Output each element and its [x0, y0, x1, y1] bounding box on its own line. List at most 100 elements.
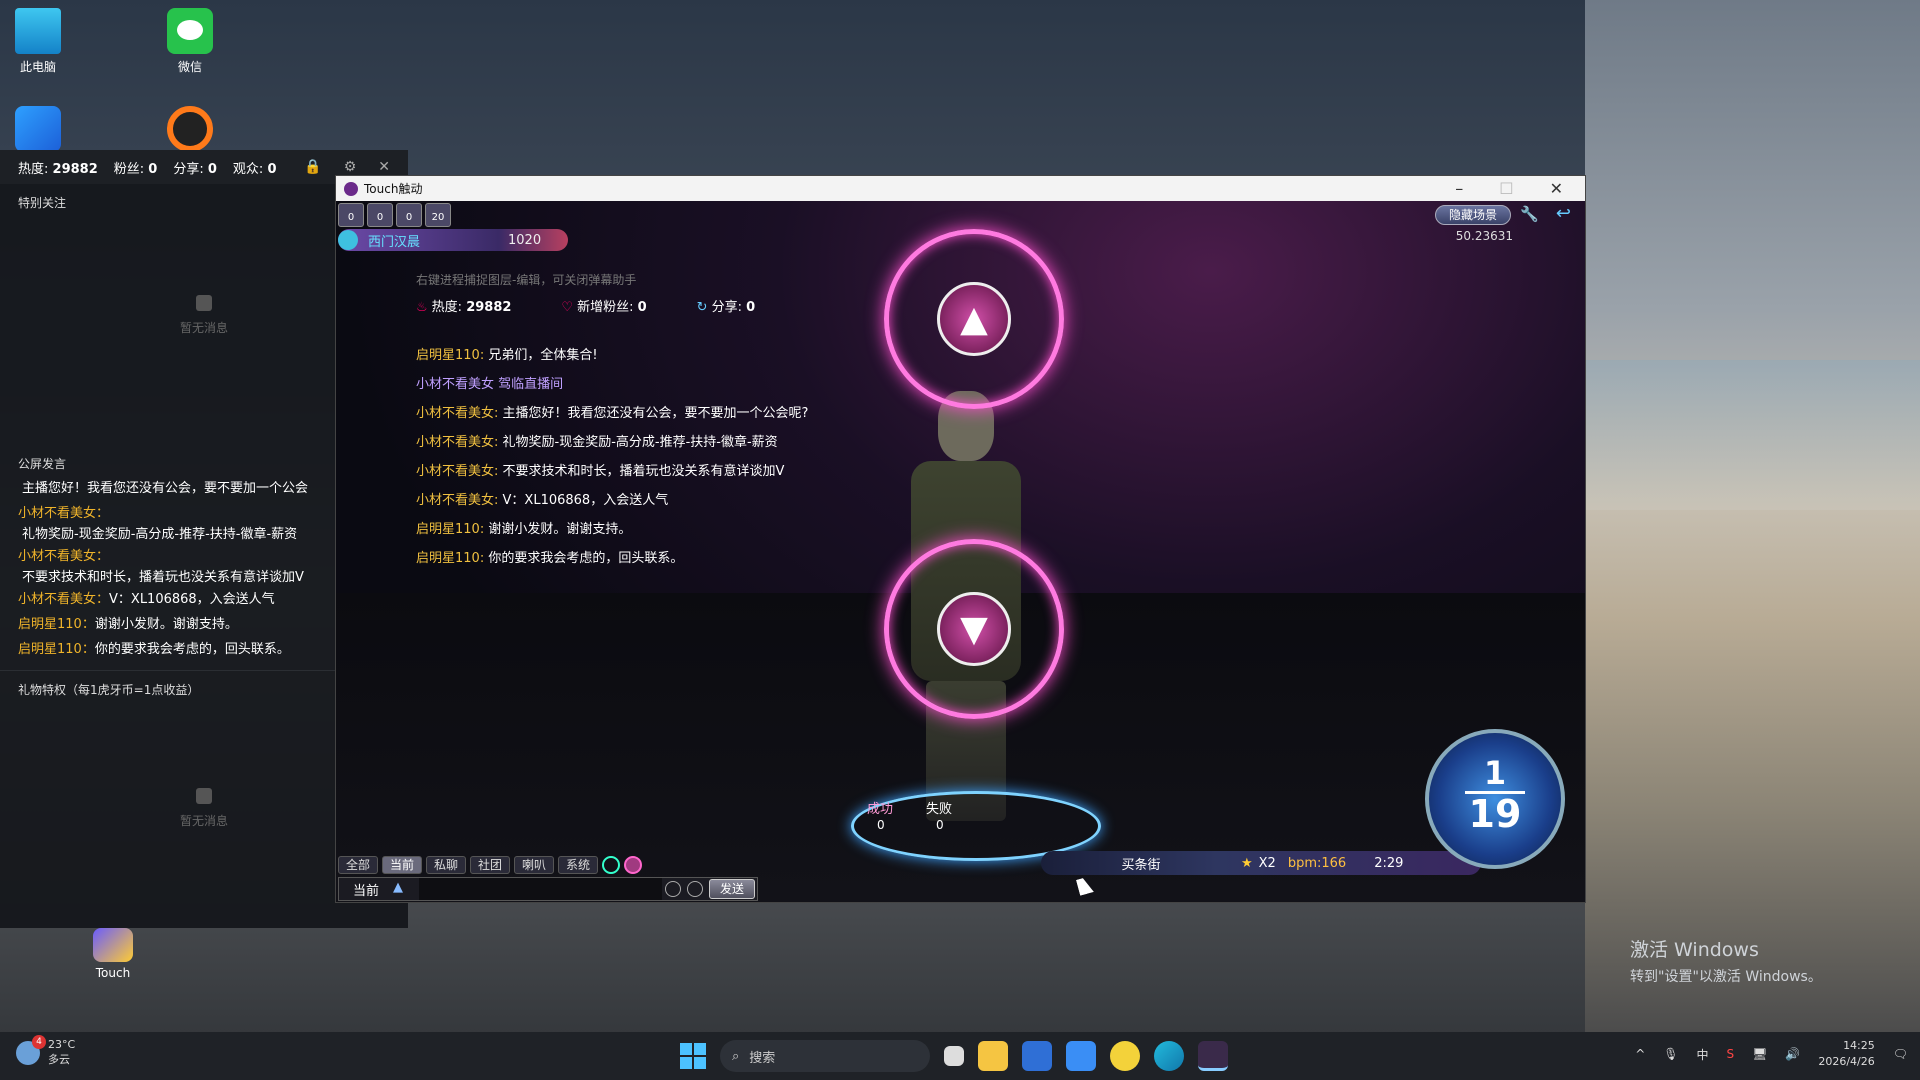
tab-all[interactable]: 全部 — [338, 856, 378, 874]
notification-icon[interactable]: 🗨 — [1893, 1047, 1908, 1061]
desktop-icon-wechat[interactable]: 微信 — [150, 8, 230, 75]
viewers-value: 0 — [267, 161, 277, 177]
close-icon[interactable]: ✕ — [378, 159, 390, 175]
success-count: 0 — [877, 818, 885, 832]
chat-input[interactable] — [419, 878, 662, 900]
weather-desc: 多云 — [48, 1053, 70, 1066]
channel-label: 当前 — [353, 883, 380, 899]
ime-icon[interactable]: 中 — [1697, 1046, 1709, 1063]
notification-badge: 4 — [32, 1034, 46, 1049]
chat-tabs: 全部 当前 私聊 社团 喇叭 系统 — [338, 856, 642, 874]
heat-value: 29882 — [52, 161, 98, 177]
wrench-icon[interactable]: 🔧 — [1520, 205, 1539, 223]
touch-game-icon[interactable] — [1198, 1041, 1228, 1071]
emoji-icon[interactable] — [602, 856, 620, 874]
desktop-icon-this-pc[interactable]: 此电脑 — [0, 8, 78, 75]
task-view-icon[interactable] — [944, 1046, 964, 1066]
star-icon: ★ — [1241, 855, 1253, 871]
counter-total: 19 — [1465, 791, 1525, 834]
settings-icon[interactable]: ⚙ — [344, 159, 357, 175]
top-slot-icon[interactable]: 0 — [367, 203, 393, 227]
new-fans-value: 0 — [637, 300, 647, 315]
taskbar: 4 23°C 多云 ⌕ 搜索 ^ 🎙 中 S 🖥 🔊 14:25 2026/4/… — [0, 1032, 1920, 1080]
game-stage[interactable]: 0 0 0 20 西门汉晨 1020 隐藏场景 🔧 ↩ 50.23631 右键进… — [336, 201, 1585, 902]
network-icon[interactable]: 🖥 — [1752, 1047, 1767, 1061]
emoji-icon[interactable] — [624, 856, 642, 874]
speaker-icon[interactable]: 🔊 — [1785, 1047, 1800, 1061]
app-m-icon[interactable] — [1066, 1041, 1096, 1071]
game-window: Touch触动 – ☐ ✕ 0 0 0 20 西门汉晨 1020 隐藏场景 🔧 … — [335, 175, 1586, 903]
smiley-icon[interactable] — [687, 881, 703, 897]
chat-input-bar: 当前 ▲ 发送 — [338, 877, 758, 901]
tab-private[interactable]: 私聊 — [426, 856, 466, 874]
send-button[interactable]: 发送 — [709, 879, 755, 899]
system-tray: ^ 🎙 中 S 🖥 🔊 14:25 2026/4/26 🗨 — [1635, 1038, 1908, 1070]
hide-scene-button[interactable]: 隐藏场景 — [1435, 205, 1511, 225]
sogou-icon[interactable]: S — [1727, 1047, 1735, 1061]
chat-message: 小材不看美女: 礼物奖励-现金奖励-高分成-推荐-扶持-徽章-薪资 — [416, 435, 778, 450]
app-logo-icon — [344, 181, 358, 196]
desktop-icon-label: 微信 — [177, 60, 202, 74]
clock-time: 14:25 — [1843, 1039, 1875, 1052]
qq-icon[interactable] — [1110, 1041, 1140, 1071]
taskbar-search[interactable]: ⌕ 搜索 — [720, 1040, 930, 1072]
chevron-up-icon[interactable]: ^ — [1635, 1047, 1645, 1061]
overlay-hint: 右键进程捕捉图层-编辑，可关闭弹幕助手 — [416, 273, 637, 287]
tab-club[interactable]: 社团 — [470, 856, 510, 874]
player-bar: 西门汉晨 1020 — [338, 229, 568, 251]
up-arrow-icon: ▲ — [937, 282, 1011, 356]
taskbar-apps: ⌕ 搜索 — [680, 1040, 1228, 1072]
multiplier: X2 — [1258, 855, 1276, 871]
player-avatar — [338, 230, 358, 250]
heat-value: 29882 — [466, 300, 512, 315]
close-icon[interactable]: ✕ — [1550, 179, 1563, 198]
chat-message: 小材不看美女: 不要求技术和时长，播着玩也没关系有意详谈加V — [416, 464, 785, 479]
counter-current: 1 — [1483, 754, 1507, 792]
chat-message: 小材不看美女: V：XL106868，入会送人气 — [416, 493, 669, 508]
desktop-icon-touch[interactable]: Touch — [73, 928, 153, 980]
chat-message: 小材不看美女 驾临直播间 — [416, 377, 564, 392]
clock[interactable]: 14:25 2026/4/26 — [1818, 1038, 1874, 1070]
player-level: 1020 — [508, 232, 542, 248]
maximize-icon[interactable]: ☐ — [1499, 179, 1513, 198]
windows-start-icon[interactable] — [680, 1043, 706, 1069]
up-triangle-icon: ▲ — [393, 879, 404, 895]
tab-horn[interactable]: 喇叭 — [514, 856, 554, 874]
file-explorer-icon[interactable] — [978, 1041, 1008, 1071]
player-name: 西门汉晨 — [368, 234, 421, 250]
block-icon[interactable] — [665, 881, 681, 897]
success-label: 成功 — [867, 802, 894, 817]
share-label: 分享: — [173, 161, 204, 177]
weather-temp: 23°C — [48, 1038, 76, 1051]
weather-widget[interactable]: 4 23°C 多云 — [16, 1034, 76, 1067]
touch-game-icon — [93, 928, 133, 962]
edge-icon[interactable] — [1154, 1041, 1184, 1071]
cloud-icon: 4 — [16, 1034, 46, 1065]
gift-privilege-title: 礼物特权（每1虎牙币=1点收益） — [18, 683, 200, 697]
heart-icon: ♡ — [561, 300, 574, 315]
chat-message: 小材不看美女: 主播您好！我看您还没有公会，要不要加一个公会呢? — [416, 406, 809, 421]
tab-current[interactable]: 当前 — [382, 856, 422, 874]
star-icon[interactable]: 0 — [396, 203, 422, 227]
lock-icon[interactable]: 🔒 — [304, 159, 321, 175]
channel-select[interactable]: 当前 ▲ — [339, 880, 419, 899]
window-titlebar: Touch触动 – ☐ ✕ — [336, 176, 1585, 201]
heat-label: 热度: — [18, 161, 49, 177]
minimize-icon[interactable]: – — [1455, 179, 1463, 198]
desktop-icon-m-app[interactable] — [0, 106, 78, 156]
overlay-chat: 启明星110: 兄弟们，全体集合! 小材不看美女 驾临直播间 小材不看美女: 主… — [416, 341, 808, 573]
clock-date: 2026/4/26 — [1818, 1055, 1875, 1068]
up-arrow-note: ▲ — [884, 229, 1064, 409]
desktop-icon-recorder[interactable] — [150, 106, 230, 156]
search-placeholder: 搜索 — [749, 1050, 776, 1066]
store-icon[interactable] — [1022, 1041, 1052, 1071]
share-icon: ↻ — [696, 300, 708, 315]
top-slot-icon[interactable]: 0 — [338, 203, 364, 227]
fans-label: 粉丝: — [113, 161, 145, 177]
top-slot-icon[interactable]: 20 — [425, 203, 451, 227]
fans-value: 0 — [148, 161, 158, 177]
flame-icon: ♨ — [416, 300, 428, 315]
tab-system[interactable]: 系统 — [558, 856, 598, 874]
back-icon[interactable]: ↩ — [1556, 203, 1571, 224]
microphone-icon[interactable]: 🎙 — [1663, 1047, 1678, 1061]
